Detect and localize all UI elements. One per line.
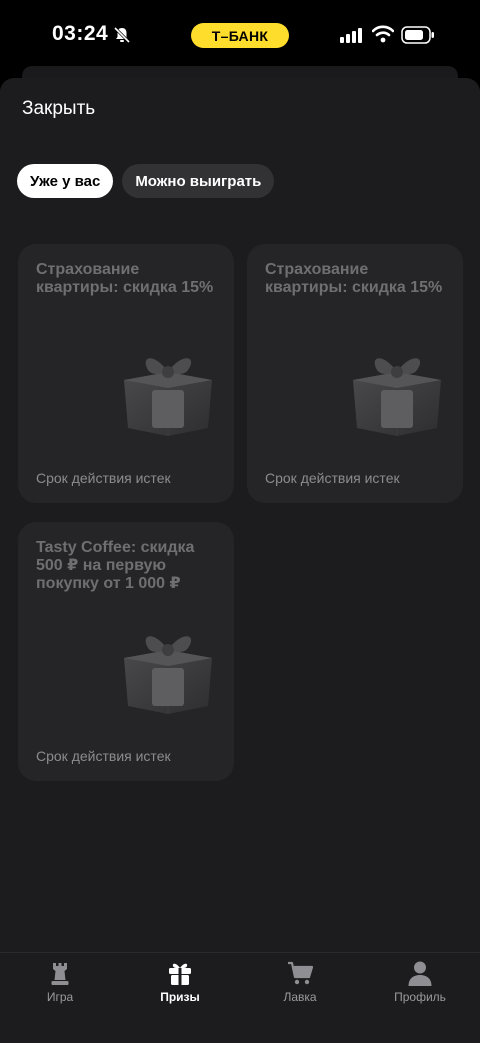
tabbar-label: Лавка: [283, 990, 317, 1004]
tabbar-item-shop[interactable]: Лавка: [240, 953, 360, 1043]
tab-owned[interactable]: Уже у вас: [17, 164, 114, 198]
tabbar-label: Призы: [160, 990, 200, 1004]
prize-card[interactable]: Tasty Coffee: скидка 500 ₽ на первую пок…: [18, 522, 234, 781]
tab-can-win[interactable]: Можно выиграть: [122, 164, 275, 198]
prize-status: Срок действия истек: [265, 470, 400, 486]
prize-card[interactable]: Страхование квартиры: скидка 15% Срок де…: [18, 244, 234, 503]
prize-card[interactable]: Страхование квартиры: скидка 15% Срок де…: [247, 244, 463, 503]
prize-title: Страхование квартиры: скидка 15%: [36, 261, 214, 296]
bell-slash-icon: [113, 26, 131, 44]
chess-rook-icon: [51, 963, 69, 985]
prize-tabs: Уже у вас Можно выиграть: [17, 164, 275, 198]
prize-status: Срок действия истек: [36, 470, 171, 486]
gift-icon: [353, 358, 441, 436]
tabbar-item-game[interactable]: Игра: [0, 953, 120, 1043]
prize-title: Страхование квартиры: скидка 15%: [265, 261, 443, 296]
tabbar-label: Профиль: [394, 990, 446, 1004]
prize-status: Срок действия истек: [36, 748, 171, 764]
gift-icon: [169, 963, 191, 985]
signal-icon: [340, 28, 362, 43]
status-time: 03:24: [52, 22, 109, 45]
brand-badge: Т–БАНК: [191, 23, 289, 48]
wifi-icon: [372, 25, 394, 43]
gift-icon: [124, 636, 212, 714]
close-button[interactable]: Закрыть: [22, 98, 95, 120]
tabbar-label: Игра: [46, 990, 74, 1004]
status-bar: 03:24 Т–БАНК: [0, 0, 480, 70]
person-icon: [408, 961, 432, 986]
bottom-tab-bar: Игра Призы Лавка Профиль: [0, 952, 480, 1043]
gift-icon: [124, 358, 212, 436]
prize-title: Tasty Coffee: скидка 500 ₽ на первую пок…: [36, 539, 195, 592]
cart-icon: [288, 961, 314, 985]
battery-icon: [401, 26, 434, 44]
tabbar-item-profile[interactable]: Профиль: [360, 953, 480, 1043]
tabbar-item-prizes[interactable]: Призы: [120, 953, 240, 1043]
